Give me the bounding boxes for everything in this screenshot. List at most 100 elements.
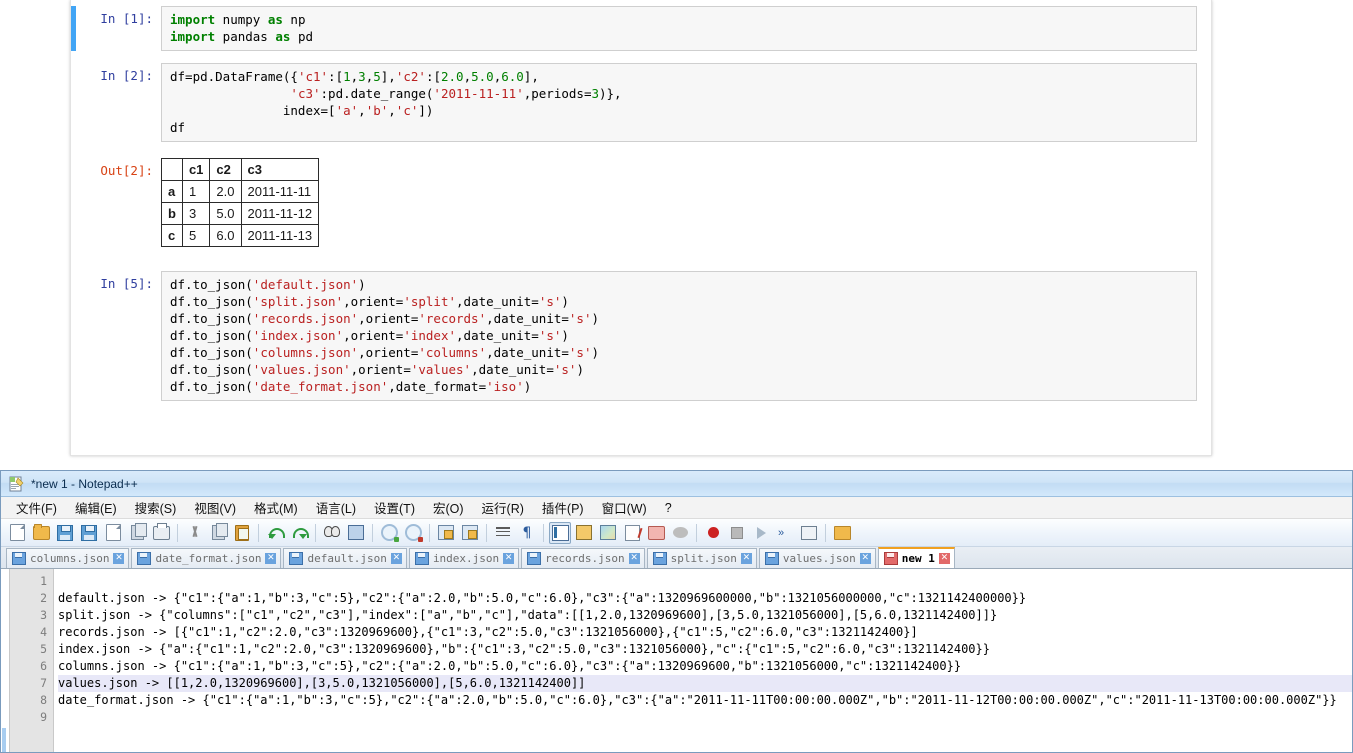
menu-format[interactable]: 格式(M) [245,496,307,519]
find-icon[interactable] [321,522,343,544]
editor-line[interactable] [58,709,1352,726]
indent-guide-icon [551,524,569,541]
zoom-out-icon[interactable] [402,522,424,544]
close-icon[interactable]: ✕ [938,553,950,564]
table-cell-c-c1: 5 [181,224,211,247]
editor-line[interactable] [58,573,1352,590]
cell-source-in-1[interactable]: import numpy as np import pandas as pd [161,6,1197,51]
menu-window[interactable]: 窗口(W) [593,496,656,519]
play-macro-icon [756,526,766,539]
save-icon [57,524,73,541]
close-icon[interactable]: ✕ [503,553,515,564]
menu-edit[interactable]: 编辑(E) [66,496,126,519]
folder-workspace-icon[interactable] [645,522,667,544]
menu-help[interactable]: ? [656,499,681,517]
cell-source-in-2[interactable]: df=pd.DataFrame({'c1':[1,3,5],'c2':[2.0,… [161,63,1197,142]
save-all-icon[interactable] [78,522,100,544]
copy-icon[interactable] [207,522,229,544]
sync-scroll-h-icon[interactable] [459,522,481,544]
close-icon[interactable]: ✕ [740,553,752,564]
file-icon [414,552,429,565]
menu-language[interactable]: 语言(L) [307,496,365,519]
table-row: c 5 6.0 2011-11-13 [161,224,320,247]
editor-line[interactable]: split.json -> {"columns":["c1","c2","c3"… [58,607,1352,624]
word-wrap-icon[interactable] [492,522,514,544]
editor-line[interactable]: values.json -> [[1,2.0,1320969600],[3,5.… [58,675,1352,692]
close-icon[interactable]: ✕ [265,553,277,564]
editor-line[interactable]: columns.json -> {"c1":{"a":1,"b":3,"c":5… [58,658,1352,675]
menu-file[interactable]: 文件(F) [7,496,66,519]
document-map-icon[interactable] [597,522,619,544]
menu-plugins[interactable]: 插件(P) [533,496,593,519]
notebook-cell-in-5[interactable]: In [5]: df.to_json('default.json') df.to… [71,253,1211,407]
notebook-cell-in-1[interactable]: In [1]: import numpy as np import pandas… [71,0,1211,57]
editor-line[interactable]: default.json -> {"c1":{"a":1,"b":3,"c":5… [58,590,1352,607]
close-icon[interactable]: ✕ [859,553,871,564]
close-file-icon[interactable] [102,522,124,544]
record-macro-icon[interactable] [702,522,724,544]
cell-source-in-5[interactable]: df.to_json('default.json') df.to_json('s… [161,271,1197,401]
function-list-icon[interactable] [621,522,643,544]
file-tab-values-json[interactable]: values.json ✕ [758,548,876,568]
line-number: 1 [40,574,47,588]
redo-icon[interactable] [288,522,310,544]
paste-icon[interactable] [231,522,253,544]
run-icon[interactable] [831,522,853,544]
editor[interactable]: 1 2 3 4 5 6 7 8 9 default.json -> {"c1":{"a":1,"… [1,569,1352,752]
find-icon [324,526,340,539]
cut-icon[interactable] [183,522,205,544]
replace-icon[interactable] [345,522,367,544]
run-multi-macro-icon: » [778,526,785,539]
save-macro-icon[interactable] [798,522,820,544]
file-tab-new-1[interactable]: new 1 ✕ [877,547,955,568]
line-number: 5 [40,642,47,656]
file-tab-split-json[interactable]: split.json ✕ [646,548,757,568]
print-icon[interactable] [150,522,172,544]
ui-goto-icon[interactable] [573,522,595,544]
monitoring-icon[interactable] [669,522,691,544]
file-icon [137,552,152,565]
table-index-a: a [161,180,183,203]
save-icon[interactable] [54,522,76,544]
file-tab-columns-json[interactable]: columns.json ✕ [6,548,130,568]
sync-scroll-v-icon[interactable] [435,522,457,544]
editor-text-area[interactable]: default.json -> {"c1":{"a":1,"b":3,"c":5… [54,569,1352,752]
print-icon [152,522,170,540]
stop-macro-icon[interactable] [726,522,748,544]
menu-view[interactable]: 视图(V) [185,496,245,519]
table-cell-b-c1: 3 [181,202,211,225]
zoom-in-icon[interactable] [378,522,400,544]
close-all-icon[interactable] [126,522,148,544]
undo-icon[interactable] [264,522,286,544]
close-icon[interactable]: ✕ [390,553,402,564]
file-tab-date-format-json[interactable]: date_format.json ✕ [131,548,282,568]
file-tab-index-json[interactable]: index.json ✕ [408,548,520,568]
paste-icon [235,524,249,541]
menu-macro[interactable]: 宏(O) [424,496,473,519]
file-icon [289,552,304,565]
editor-line[interactable]: date_format.json -> {"c1":{"a":1,"b":3,"… [58,692,1352,709]
notebook-cell-in-2[interactable]: In [2]: df=pd.DataFrame({'c1':[1,3,5],'c… [71,57,1211,148]
open-file-icon[interactable] [30,522,52,544]
titlebar[interactable]: *new 1 - Notepad++ [1,471,1352,497]
zoom-out-icon [404,524,423,542]
file-tab-records-json[interactable]: records.json ✕ [521,548,645,568]
menu-settings[interactable]: 设置(T) [365,496,424,519]
editor-line[interactable]: records.json -> [{"c1":1,"c2":2.0,"c3":1… [58,624,1352,641]
show-all-chars-icon[interactable]: ¶ [516,522,538,544]
new-file-icon[interactable] [6,522,28,544]
run-multi-macro-icon[interactable]: » [774,522,796,544]
menu-search[interactable]: 搜索(S) [126,496,186,519]
file-tab-default-json[interactable]: default.json ✕ [283,548,407,568]
play-macro-icon[interactable] [750,522,772,544]
table-cell-b-c2: 5.0 [209,202,242,225]
line-number: 6 [40,659,47,673]
editor-line[interactable]: index.json -> {"a":{"c1":1,"c2":2.0,"c3"… [58,641,1352,658]
menu-run[interactable]: 运行(R) [473,496,533,519]
zoom-in-icon [380,524,399,542]
indent-guide-icon[interactable] [549,521,571,544]
editor-bookmark-margin[interactable] [1,569,10,752]
table-row: b 3 5.0 2011-11-12 [161,202,320,225]
close-icon[interactable]: ✕ [628,553,640,564]
close-icon[interactable]: ✕ [113,553,125,564]
